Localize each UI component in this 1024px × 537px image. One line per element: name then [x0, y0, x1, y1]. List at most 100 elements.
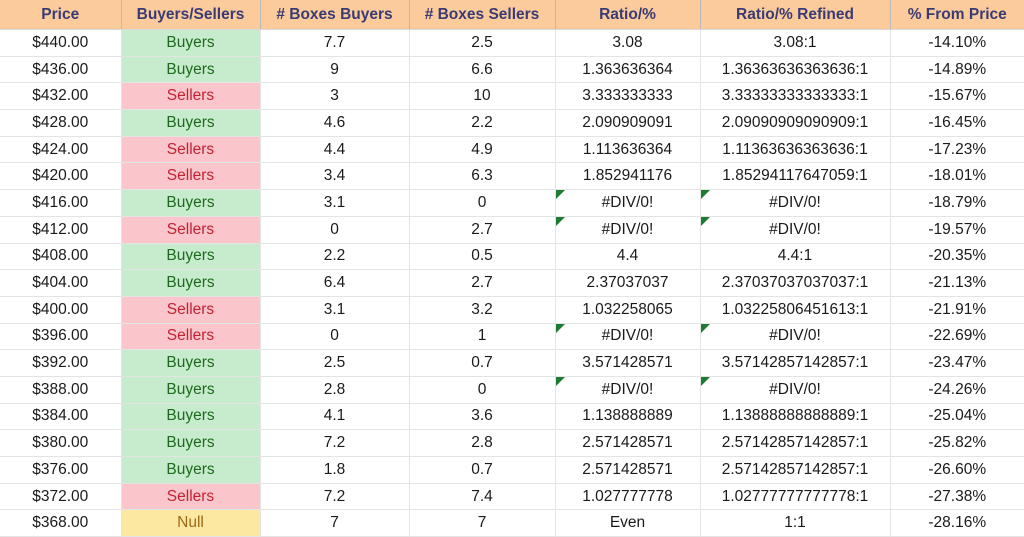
- cell-ratio[interactable]: 2.571428571: [555, 456, 701, 484]
- cell-ratio[interactable]: 1.113636364: [555, 136, 701, 164]
- column-header-boxsell[interactable]: # Boxes Sellers: [409, 0, 556, 30]
- cell-bs[interactable]: Sellers: [121, 483, 261, 511]
- cell-ratio[interactable]: 2.090909091: [555, 109, 701, 137]
- column-header-boxbuy[interactable]: # Boxes Buyers: [260, 0, 410, 30]
- cell-price[interactable]: $436.00: [0, 56, 122, 84]
- cell-boxsell[interactable]: 3.6: [409, 403, 556, 431]
- cell-price[interactable]: $412.00: [0, 216, 122, 244]
- cell-price[interactable]: $392.00: [0, 349, 122, 377]
- cell-boxbuy[interactable]: 3.1: [260, 189, 410, 217]
- cell-bs[interactable]: Buyers: [121, 269, 261, 297]
- cell-price[interactable]: $428.00: [0, 109, 122, 137]
- cell-ratio[interactable]: #DIV/0!: [555, 376, 701, 404]
- cell-boxsell[interactable]: 2.5: [409, 29, 556, 57]
- cell-price[interactable]: $408.00: [0, 243, 122, 271]
- cell-price[interactable]: $372.00: [0, 483, 122, 511]
- cell-bs[interactable]: Buyers: [121, 349, 261, 377]
- cell-price[interactable]: $384.00: [0, 403, 122, 431]
- cell-ratio[interactable]: 1.852941176: [555, 162, 701, 191]
- cell-ratioref[interactable]: 1.03225806451613:1: [700, 296, 891, 324]
- cell-bs[interactable]: Buyers: [121, 243, 261, 271]
- cell-ratio[interactable]: 3.333333333: [555, 82, 701, 111]
- cell-bs[interactable]: Sellers: [121, 82, 261, 111]
- cell-frompx[interactable]: -14.89%: [890, 56, 1024, 84]
- cell-ratioref[interactable]: 3.08:1: [700, 29, 891, 57]
- cell-boxbuy[interactable]: 3.1: [260, 296, 410, 324]
- cell-frompx[interactable]: -15.67%: [890, 82, 1024, 111]
- cell-ratio[interactable]: Even: [555, 509, 701, 537]
- cell-ratioref[interactable]: 2.57142857142857:1: [700, 429, 891, 457]
- column-header-ratio[interactable]: Ratio/%: [555, 0, 701, 30]
- cell-bs[interactable]: Sellers: [121, 216, 261, 244]
- cell-boxbuy[interactable]: 2.5: [260, 349, 410, 377]
- cell-frompx[interactable]: -18.01%: [890, 162, 1024, 191]
- cell-boxbuy[interactable]: 0: [260, 216, 410, 244]
- cell-boxsell[interactable]: 2.7: [409, 216, 556, 244]
- cell-boxsell[interactable]: 7: [409, 509, 556, 537]
- cell-boxsell[interactable]: 10: [409, 82, 556, 111]
- cell-ratioref[interactable]: 1.36363636363636:1: [700, 56, 891, 84]
- cell-bs[interactable]: Buyers: [121, 376, 261, 404]
- cell-bs[interactable]: Buyers: [121, 403, 261, 431]
- cell-price[interactable]: $404.00: [0, 269, 122, 297]
- cell-boxbuy[interactable]: 7.2: [260, 483, 410, 511]
- cell-price[interactable]: $424.00: [0, 136, 122, 164]
- cell-boxbuy[interactable]: 4.1: [260, 403, 410, 431]
- cell-boxbuy[interactable]: 7.2: [260, 429, 410, 457]
- cell-frompx[interactable]: -25.04%: [890, 403, 1024, 431]
- cell-ratioref[interactable]: 2.37037037037037:1: [700, 269, 891, 297]
- cell-frompx[interactable]: -28.16%: [890, 509, 1024, 537]
- cell-boxsell[interactable]: 0.7: [409, 456, 556, 484]
- cell-frompx[interactable]: -25.82%: [890, 429, 1024, 457]
- cell-boxsell[interactable]: 0.5: [409, 243, 556, 271]
- column-header-frompx[interactable]: % From Price: [890, 0, 1024, 30]
- column-header-price[interactable]: Price: [0, 0, 122, 30]
- cell-boxsell[interactable]: 6.6: [409, 56, 556, 84]
- cell-boxsell[interactable]: 0.7: [409, 349, 556, 377]
- cell-ratioref[interactable]: #DIV/0!: [700, 216, 891, 244]
- column-header-bs[interactable]: Buyers/Sellers: [121, 0, 261, 30]
- cell-ratio[interactable]: 4.4: [555, 243, 701, 271]
- cell-boxsell[interactable]: 7.4: [409, 483, 556, 511]
- cell-boxsell[interactable]: 4.9: [409, 136, 556, 164]
- cell-boxbuy[interactable]: 7.7: [260, 29, 410, 57]
- cell-price[interactable]: $368.00: [0, 509, 122, 537]
- cell-boxbuy[interactable]: 9: [260, 56, 410, 84]
- cell-ratio[interactable]: 1.138888889: [555, 403, 701, 431]
- cell-frompx[interactable]: -21.13%: [890, 269, 1024, 297]
- cell-ratio[interactable]: 3.08: [555, 29, 701, 57]
- cell-ratioref[interactable]: #DIV/0!: [700, 189, 891, 217]
- cell-boxbuy[interactable]: 4.6: [260, 109, 410, 137]
- cell-boxbuy[interactable]: 7: [260, 509, 410, 537]
- cell-boxsell[interactable]: 0: [409, 376, 556, 404]
- cell-ratio[interactable]: #DIV/0!: [555, 323, 701, 351]
- cell-boxsell[interactable]: 2.8: [409, 429, 556, 457]
- cell-frompx[interactable]: -26.60%: [890, 456, 1024, 484]
- cell-price[interactable]: $376.00: [0, 456, 122, 484]
- cell-ratioref[interactable]: 3.33333333333333:1: [700, 82, 891, 111]
- cell-ratioref[interactable]: 3.57142857142857:1: [700, 349, 891, 377]
- cell-frompx[interactable]: -18.79%: [890, 189, 1024, 217]
- cell-ratio[interactable]: 1.027777778: [555, 483, 701, 511]
- cell-ratioref[interactable]: 2.57142857142857:1: [700, 456, 891, 484]
- cell-boxbuy[interactable]: 3.4: [260, 162, 410, 191]
- cell-boxbuy[interactable]: 2.2: [260, 243, 410, 271]
- cell-boxbuy[interactable]: 2.8: [260, 376, 410, 404]
- cell-boxbuy[interactable]: 6.4: [260, 269, 410, 297]
- cell-price[interactable]: $416.00: [0, 189, 122, 217]
- cell-bs[interactable]: Sellers: [121, 136, 261, 164]
- cell-frompx[interactable]: -19.57%: [890, 216, 1024, 244]
- cell-boxsell[interactable]: 2.7: [409, 269, 556, 297]
- cell-frompx[interactable]: -14.10%: [890, 29, 1024, 57]
- cell-bs[interactable]: Buyers: [121, 189, 261, 217]
- cell-boxsell[interactable]: 1: [409, 323, 556, 351]
- cell-price[interactable]: $440.00: [0, 29, 122, 57]
- cell-boxsell[interactable]: 0: [409, 189, 556, 217]
- cell-boxbuy[interactable]: 4.4: [260, 136, 410, 164]
- cell-boxbuy[interactable]: 3: [260, 82, 410, 111]
- cell-boxsell[interactable]: 6.3: [409, 162, 556, 191]
- cell-ratioref[interactable]: 1:1: [700, 509, 891, 537]
- cell-ratio[interactable]: 1.032258065: [555, 296, 701, 324]
- cell-frompx[interactable]: -23.47%: [890, 349, 1024, 377]
- cell-price[interactable]: $380.00: [0, 429, 122, 457]
